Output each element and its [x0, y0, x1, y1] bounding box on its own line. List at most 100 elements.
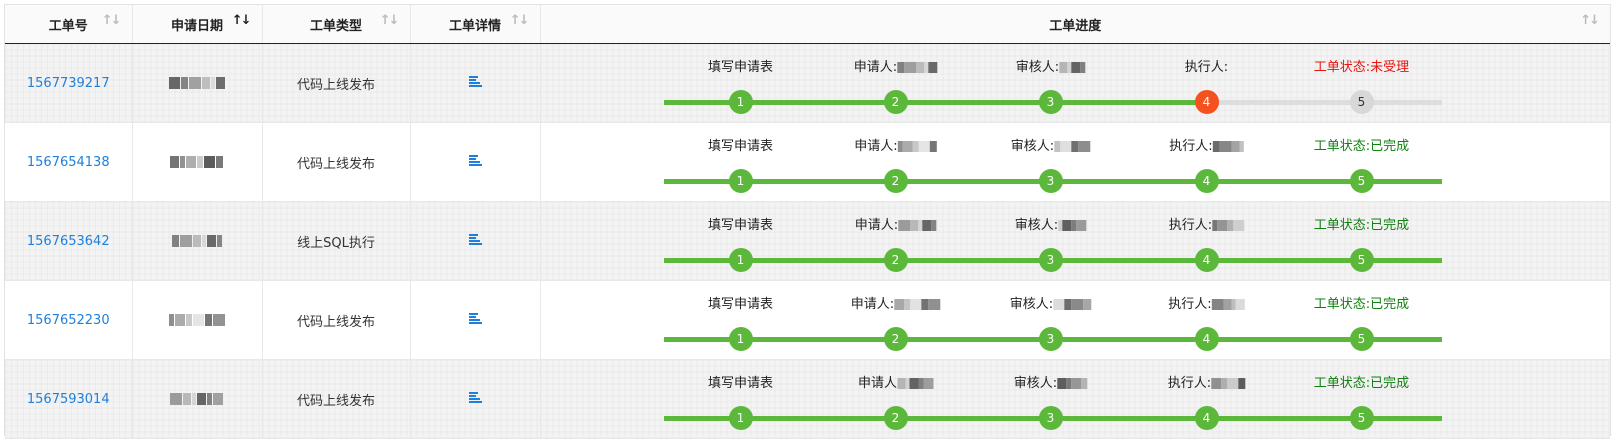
step-label-fill-form: 填写申请表 [707, 297, 774, 312]
redacted-name [897, 376, 934, 391]
redacted-name [897, 139, 937, 154]
applicant-label: 申请人: [854, 218, 899, 233]
applicant-label: 申请人 [857, 376, 898, 391]
order-id-link[interactable]: 1567654138 [27, 155, 110, 170]
sort-arrows-icon[interactable]: ↑↓ [232, 13, 252, 28]
redacted-name [898, 218, 937, 233]
progress-step-dot: 5 [1349, 327, 1374, 351]
progress-step-dot: 4 [1194, 327, 1219, 351]
applicant-label: 申请人: [850, 297, 895, 312]
order-type-cell: 代码上线发布 [262, 122, 411, 202]
reviewer-label: 审核人: [1015, 60, 1060, 75]
step-label-executor: 执行人: [1169, 135, 1244, 154]
sort-arrows-icon[interactable]: ↑↓ [1580, 13, 1600, 28]
order-type-text: 代码上线发布 [296, 77, 375, 93]
order-progress-cell: 填写申请表 申请人: 审核人: 执行人: 工单状态:未受理 1 2 3 4 5 [540, 43, 1611, 123]
progress-step-dot: 2 [883, 90, 908, 114]
order-progress-cell: 填写申请表 申请人 审核人: 执行人: 工单状态:已完成 1 2 3 4 5 [540, 359, 1610, 439]
progress-step-dot: 4 [1194, 169, 1219, 193]
order-type-cell: 代码上线发布 [262, 359, 411, 439]
step-label-executor: 执行人: [1185, 56, 1228, 75]
align-left-icon[interactable] [468, 233, 482, 245]
order-type-text: 代码上线发布 [296, 314, 375, 330]
order-detail-cell [410, 280, 541, 360]
progress-step-dot: 1 [728, 169, 753, 193]
progress-step-dot: 1 [728, 327, 753, 351]
column-header-order-progress[interactable]: 工单进度 ↑↓ [540, 5, 1610, 44]
order-status: 工单状态:未受理 [1313, 60, 1410, 75]
step-label-fill-form: 填写申请表 [707, 376, 774, 391]
step-label-executor: 执行人: [1168, 293, 1245, 312]
order-type-text: 线上SQL执行 [297, 235, 375, 251]
order-status: 工单状态:已完成 [1313, 376, 1410, 391]
redacted-date [170, 155, 224, 169]
step-label-fill-form: 填写申请表 [707, 60, 774, 75]
column-label: 工单号 [48, 18, 88, 34]
order-status: 工单状态:已完成 [1313, 297, 1410, 312]
order-id-link[interactable]: 1567593014 [27, 392, 110, 407]
applicant-label: 申请人: [854, 139, 898, 154]
order-type-cell: 线上SQL执行 [262, 201, 411, 281]
progress-steps: 填写申请表 申请人: 审核人: 执行人: 工单状态:未受理 1 2 3 4 5 [541, 44, 1611, 122]
column-header-apply-date[interactable]: 申请日期 ↑↓ [132, 5, 263, 44]
step-label-fill-form: 填写申请表 [707, 218, 774, 233]
align-left-icon[interactable] [468, 75, 482, 87]
column-header-order-detail[interactable]: 工单详情 ↑↓ [410, 5, 541, 44]
progress-step-dot: 4 [1194, 248, 1219, 272]
align-left-icon[interactable] [468, 312, 482, 324]
align-left-icon[interactable] [468, 391, 482, 403]
reviewer-label: 审核人: [1013, 376, 1058, 391]
order-status: 工单状态:已完成 [1313, 139, 1410, 154]
apply-date-cell [132, 201, 263, 281]
executor-label: 执行人: [1168, 218, 1213, 233]
executor-label: 执行人: [1168, 297, 1212, 312]
order-id-cell: 1567739217 [5, 43, 133, 123]
table-row: 1567653642 线上SQL执行 填写申请表 申请人: 审核人: 执行人: … [5, 201, 1610, 281]
step-label-reviewer: 审核人: [1015, 56, 1086, 75]
order-id-link[interactable]: 1567653642 [27, 234, 110, 249]
step-label-applicant: 申请人: [850, 293, 941, 312]
sort-arrows-icon[interactable]: ↑↓ [510, 13, 530, 28]
step-label-applicant: 申请人: [854, 214, 937, 233]
step-label-fill-form: 填写申请表 [707, 139, 774, 154]
order-detail-cell [410, 122, 541, 202]
apply-date-cell [132, 359, 263, 439]
column-label: 申请日期 [170, 18, 223, 34]
progress-step-dot: 4 [1194, 90, 1219, 114]
redacted-name [1058, 218, 1087, 233]
order-id-cell: 1567593014 [5, 359, 133, 439]
redacted-name [1059, 60, 1086, 75]
step-label-executor: 执行人: [1168, 372, 1246, 391]
table-row: 1567739217 代码上线发布 填写申请表 申请人: 审核人: 执行人: 工… [5, 43, 1611, 123]
column-header-order-id[interactable]: 工单号 ↑↓ [5, 5, 133, 44]
redacted-name [1053, 297, 1092, 312]
order-type-cell: 代码上线发布 [262, 43, 411, 123]
apply-date-cell [132, 280, 263, 360]
progress-step-dot: 1 [728, 248, 753, 272]
redacted-name [1054, 139, 1091, 154]
progress-steps: 填写申请表 申请人: 审核人: 执行人: 工单状态:已完成 1 2 3 4 5 [541, 281, 1611, 359]
order-progress-cell: 填写申请表 申请人: 审核人: 执行人: 工单状态:已完成 1 2 3 4 5 [540, 122, 1610, 202]
order-id-link[interactable]: 1567652230 [27, 313, 110, 328]
sort-arrows-icon[interactable]: ↑↓ [102, 13, 122, 28]
progress-step-dot: 3 [1038, 90, 1063, 114]
order-detail-cell [410, 43, 541, 123]
progress-step-dot: 5 [1349, 169, 1374, 193]
sort-arrows-icon[interactable]: ↑↓ [380, 13, 400, 28]
executor-label: 执行人: [1184, 60, 1229, 75]
order-status: 工单状态:已完成 [1313, 218, 1410, 233]
order-id-link[interactable]: 1567739217 [27, 76, 110, 91]
align-left-icon[interactable] [468, 154, 482, 166]
redacted-date [168, 76, 226, 90]
column-label: 工单类型 [309, 18, 362, 34]
table-row: 1567593014 代码上线发布 填写申请表 申请人 审核人: 执行人: 工单… [5, 359, 1610, 439]
order-progress-cell: 填写申请表 申请人: 审核人: 执行人: 工单状态:已完成 1 2 3 4 5 [540, 280, 1611, 360]
order-id-cell: 1567652230 [5, 280, 133, 360]
progress-step-dot: 3 [1038, 327, 1063, 351]
order-type-cell: 代码上线发布 [262, 280, 411, 360]
progress-step-dot: 3 [1038, 406, 1063, 430]
redacted-date [170, 392, 224, 406]
reviewer-label: 审核人: [1014, 218, 1059, 233]
progress-step-dot: 2 [883, 406, 908, 430]
column-header-order-type[interactable]: 工单类型 ↑↓ [262, 5, 411, 44]
